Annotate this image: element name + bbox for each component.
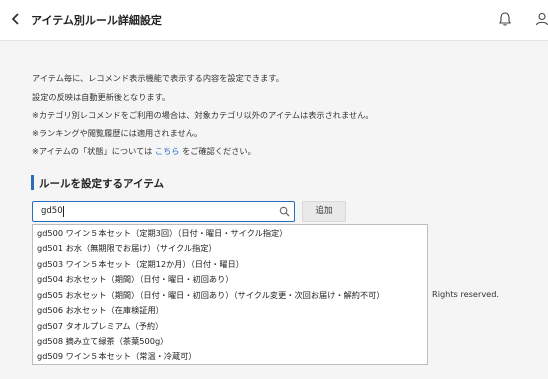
description-line-1: アイテム毎に、レコメンド表示機能で表示する内容を設定できます。	[32, 73, 284, 83]
app-header: アイテム別ルール詳細設定	[0, 0, 548, 41]
suggestion-item[interactable]: gd507 タオルプレミアム（予約）	[37, 319, 163, 334]
suggestion-item[interactable]: gd509 ワイン５本セット（常温・冷蔵可）	[37, 349, 197, 364]
suggestion-dropdown: gd500 ワイン５本セット（定期3回）（日付・曜日・サイクル指定） gd501…	[32, 224, 428, 365]
suggestion-item[interactable]: gd505 お水セット（期間）（日付・曜日・初回あり）（サイクル変更・次回お届け…	[37, 288, 385, 303]
description-line-5-prefix: ※アイテムの「状態」については	[32, 146, 153, 156]
section-title: ルールを設定するアイテム	[39, 178, 164, 190]
description-line-4: ※ランキングや閲覧履歴には適用されません。	[32, 128, 203, 138]
suggestion-item[interactable]: gd504 お水セット（期間）（日付・曜日・初回あり）	[37, 272, 233, 287]
suggestion-item[interactable]: gd500 ワイン５本セット（定期3回）（日付・曜日・サイクル指定）	[37, 226, 287, 241]
text-cursor	[63, 206, 64, 217]
suggestion-item[interactable]: gd501 お水（無期限でお届け）（サイクル指定）	[37, 241, 217, 256]
suggestion-item[interactable]: gd506 お水セット（在庫検証用）	[37, 303, 164, 318]
status-help-link[interactable]: こちら	[155, 146, 180, 156]
description-line-5-suffix: をご確認ください。	[182, 146, 256, 156]
back-arrow-icon[interactable]	[8, 11, 24, 27]
search-icon[interactable]	[279, 206, 290, 217]
search-input-value: gd50	[41, 206, 63, 216]
user-icon[interactable]	[534, 11, 548, 27]
suggestion-item[interactable]: gd508 摘み立て緑茶（茶葉500g）	[37, 334, 168, 349]
bell-icon[interactable]	[497, 11, 513, 27]
section-accent-bar	[31, 175, 34, 190]
description-line-2: 設定の反映は自動更新後となります。	[32, 92, 171, 102]
description-line-3: ※カテゴリ別レコメンドをご利用の場合は、対象カテゴリ以外のアイテムは表示されませ…	[32, 110, 374, 120]
page-title: アイテム別ルール詳細設定	[31, 14, 162, 27]
description-line-5: ※アイテムの「状態」については こちら をご確認ください。	[32, 145, 256, 157]
item-search-input[interactable]: gd50	[32, 201, 295, 222]
suggestion-item[interactable]: gd503 ワイン５本セット（定期12か月）（日付・曜日）	[37, 257, 244, 272]
footer-rights-text: Rights reserved.	[432, 289, 500, 299]
add-button[interactable]: 追加	[302, 201, 346, 222]
